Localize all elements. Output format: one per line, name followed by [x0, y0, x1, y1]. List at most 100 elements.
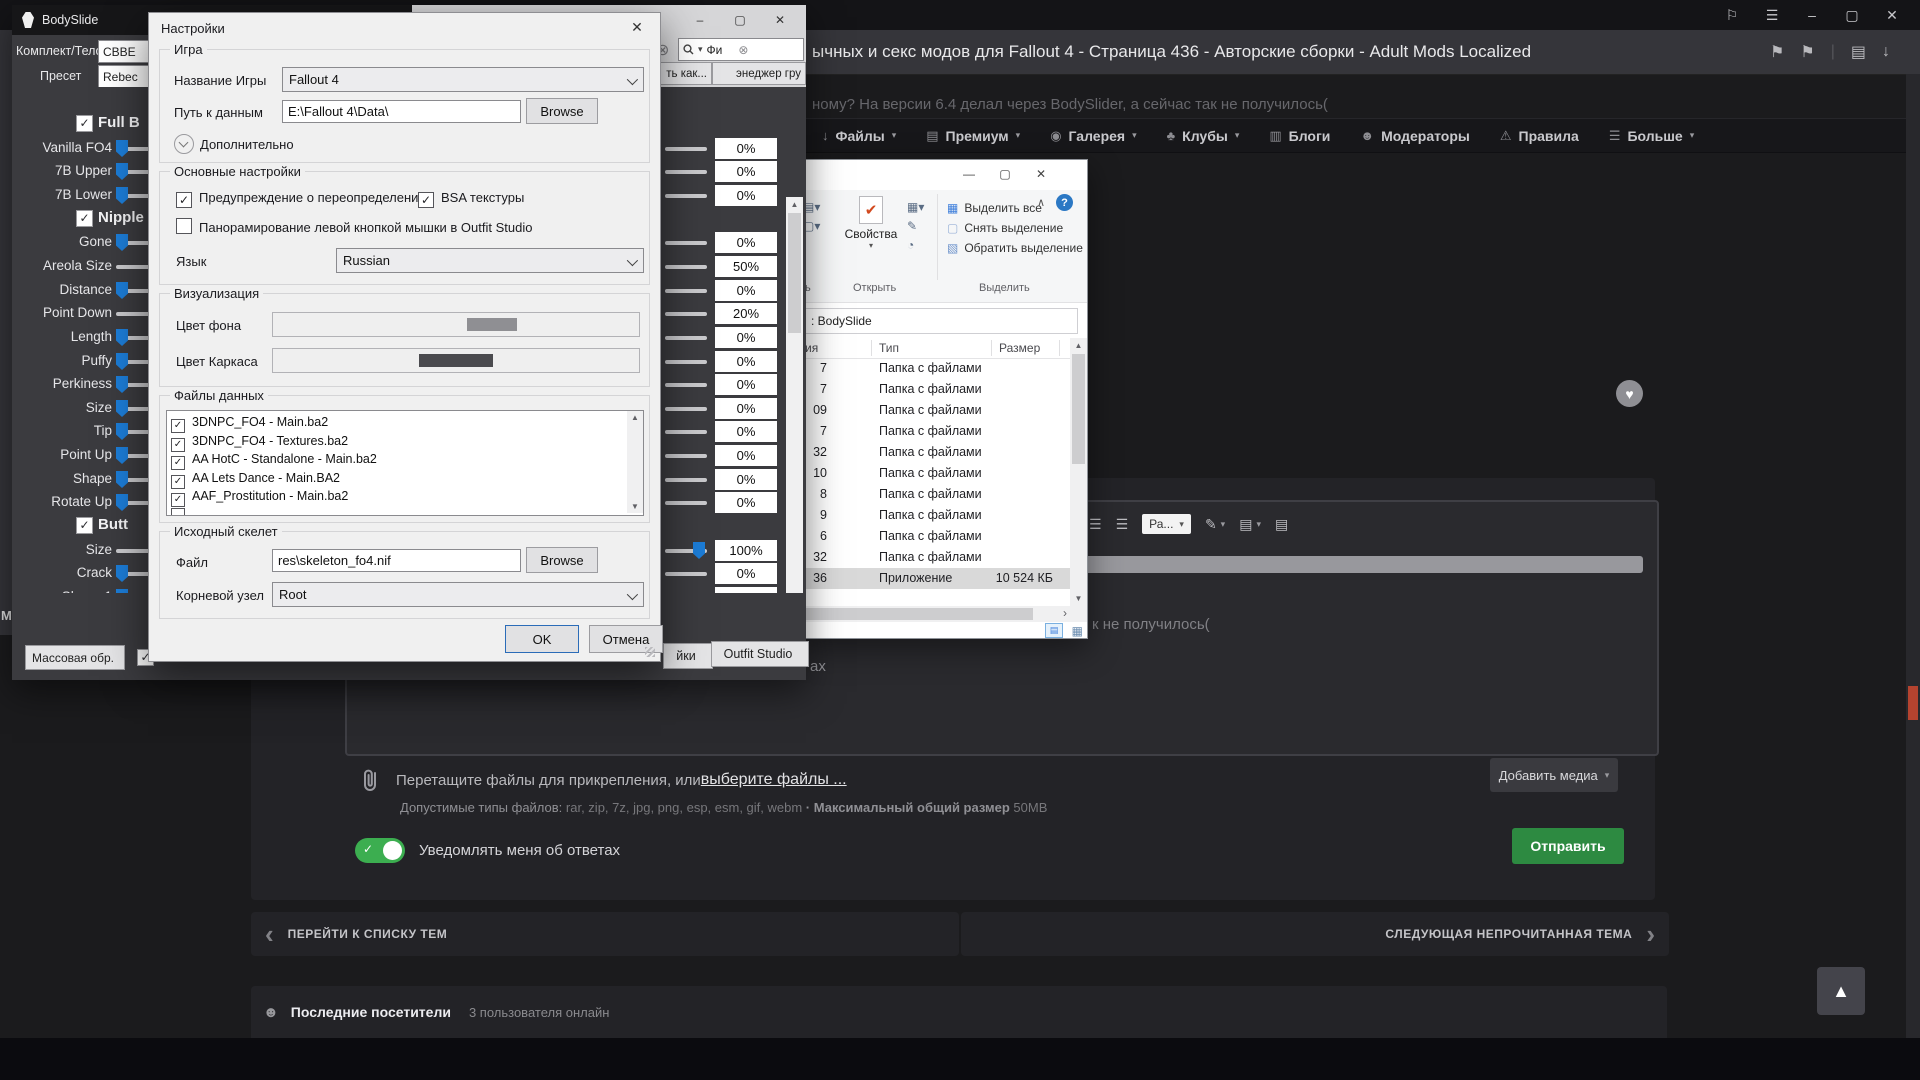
pencil-icon[interactable]: ✎▾ — [1205, 516, 1225, 533]
bodyslide-close-button[interactable]: ✕ — [760, 6, 800, 34]
file-row[interactable]: 7Папка с файлами — [801, 358, 1070, 379]
reading-list-icon[interactable]: ▤ — [1851, 42, 1866, 62]
scroll-to-top-button[interactable]: ▲ — [1817, 967, 1865, 1015]
skeleton-browse-button[interactable]: Browse — [526, 547, 598, 573]
thumbnail-view-icon[interactable]: ▦ — [1072, 624, 1083, 638]
override-warning-checkbox[interactable]: ✓Предупреждение о переопределении — [176, 190, 426, 208]
slider-track-right[interactable] — [665, 454, 707, 458]
address-bar[interactable]: : BodySlide — [805, 308, 1078, 334]
properties-button[interactable]: ✔ Свойства ▾ — [841, 196, 901, 250]
data-path-input[interactable]: E:\Fallout 4\Data\ — [282, 100, 521, 123]
notify-toggle[interactable]: ✓ — [355, 838, 405, 863]
column-date[interactable]: ия — [805, 341, 818, 355]
file-row[interactable]: 32Папка с файлами — [801, 547, 1070, 568]
align-icon[interactable]: ☰ — [1089, 516, 1102, 533]
file-row[interactable]: 7Папка с файлами — [801, 379, 1070, 400]
slider-thumb[interactable] — [116, 423, 128, 440]
slider-track[interactable] — [116, 265, 152, 269]
slider-thumb[interactable] — [116, 163, 128, 180]
page-icon[interactable]: ▤ — [1275, 516, 1288, 533]
slider-track-right[interactable] — [665, 407, 707, 411]
data-file-item[interactable]: ✓3DNPC_FO4 - Textures.ba2 — [171, 434, 348, 452]
data-file-checkbox[interactable]: ✓ — [171, 419, 185, 433]
slider-percent-box[interactable]: 50% — [715, 256, 777, 277]
group-manager-button[interactable]: энеджер гру — [712, 62, 806, 85]
slider-thumb[interactable] — [116, 494, 128, 511]
slider-track-right[interactable] — [665, 147, 707, 151]
nav-item-больше[interactable]: ☰Больше▾ — [1609, 128, 1694, 144]
resize-grip[interactable] — [645, 647, 655, 657]
font-size-dropdown[interactable]: Ра...▾ — [1142, 514, 1191, 534]
outfit-studio-button[interactable]: Outfit Studio — [711, 641, 809, 667]
slider-percent-box[interactable]: 0% — [715, 185, 777, 206]
dialog-close-button[interactable]: ✕ — [615, 13, 659, 42]
slider-thumb[interactable] — [116, 140, 128, 157]
choose-files-link[interactable]: выберите файлы ... — [701, 771, 847, 789]
advanced-expander-icon[interactable] — [174, 134, 194, 154]
skeleton-file-input[interactable]: res\skeleton_fo4.nif — [272, 549, 521, 572]
browser-minimize-button[interactable]: – — [1792, 0, 1832, 30]
explorer-vscrollbar[interactable]: ▲ ▼ — [1070, 338, 1087, 606]
details-view-icon[interactable]: ▤ — [1045, 623, 1063, 638]
slider-percent-box[interactable]: 0% — [715, 398, 777, 419]
align2-icon[interactable]: ☰ — [1116, 516, 1129, 533]
slider-track-right[interactable] — [665, 572, 707, 576]
data-files-list[interactable]: ▲ ▼ ✓3DNPC_FO4 - Main.ba2✓3DNPC_FO4 - Te… — [166, 410, 644, 516]
slider-percent-box[interactable]: 0% — [715, 327, 777, 348]
slider-thumb[interactable] — [116, 187, 128, 204]
browser-maximize-button[interactable]: ▢ — [1832, 0, 1872, 30]
advanced-label[interactable]: Дополнительно — [200, 137, 294, 152]
nav-item-премиум[interactable]: ▤Премиум▾ — [926, 128, 1020, 144]
browser-pin-icon[interactable]: ⚐ — [1712, 0, 1752, 30]
file-row[interactable]: 8Папка с файлами — [801, 484, 1070, 505]
slider-track-right[interactable] — [665, 501, 707, 505]
nav-item-галерея[interactable]: ◉Галерея▾ — [1050, 128, 1136, 144]
slider-thumb[interactable] — [693, 542, 705, 559]
file-row[interactable]: 36Приложение10 524 КБ — [801, 568, 1070, 589]
preset-dropdown[interactable]: Rebec — [98, 65, 154, 88]
slider-percent-box[interactable]: 0% — [715, 445, 777, 466]
browser-scrollbar[interactable] — [1906, 74, 1920, 1038]
deselect-button[interactable]: ▢ Снять выделение — [947, 218, 1083, 238]
slider-percent-box[interactable]: 0% — [715, 232, 777, 253]
slider-track-right[interactable] — [665, 194, 707, 198]
slider-percent-box[interactable]: 0% — [715, 138, 777, 159]
bg-color-swatch[interactable] — [272, 312, 640, 337]
browser-menu-icon[interactable]: ☰ — [1752, 0, 1792, 30]
data-file-item[interactable]: ✓AAF_Prostitution - Main.ba2 — [171, 489, 348, 507]
explorer-hscrollbar[interactable]: › — [801, 606, 1087, 622]
game-name-dropdown[interactable]: Fallout 4 — [282, 67, 644, 92]
slider-percent-box[interactable]: 0% — [715, 280, 777, 301]
browser-close-button[interactable]: ✕ — [1872, 0, 1912, 30]
slider-thumb[interactable] — [116, 282, 128, 299]
slider-track-right[interactable] — [665, 241, 707, 245]
path-browse-button[interactable]: Browse — [526, 98, 598, 124]
data-file-item[interactable]: ✓AA HotC - Standalone - Main.ba2 — [171, 452, 377, 470]
slider-track-right[interactable] — [665, 336, 707, 340]
root-node-dropdown[interactable]: Root — [272, 582, 644, 607]
slider-group-checkbox[interactable]: ✓ — [76, 210, 93, 227]
nav-item-файлы[interactable]: ↓Файлы▾ — [822, 128, 896, 144]
slider-track-right[interactable] — [665, 430, 707, 434]
data-file-checkbox[interactable]: ✓ — [171, 475, 185, 489]
data-file-item[interactable]: ✓AA Lets Dance - Main.BA2 — [171, 471, 340, 489]
template-icon[interactable]: ▤▾ — [1239, 516, 1261, 533]
ok-button[interactable]: OK — [505, 625, 579, 653]
invert-selection-button[interactable]: ▧ Обратить выделение — [947, 238, 1083, 258]
data-file-checkbox[interactable]: ✓ — [171, 493, 185, 507]
slider-track-right[interactable] — [665, 170, 707, 174]
slider-panel-scrollbar[interactable]: ▲ ▼ — [786, 197, 803, 593]
file-row[interactable]: 7Папка с файлами — [801, 421, 1070, 442]
slider-thumb[interactable] — [116, 471, 128, 488]
slider-track-right[interactable] — [665, 265, 707, 269]
slider-percent-box[interactable]: 0% — [715, 469, 777, 490]
slider-percent-box[interactable]: 0% — [715, 351, 777, 372]
batch-build-button[interactable]: Массовая обр. — [25, 645, 125, 670]
slider-percent-box[interactable]: 0% — [715, 492, 777, 513]
slider-thumb[interactable] — [116, 447, 128, 464]
outfit-dropdown[interactable]: CBBE — [98, 40, 154, 63]
slider-search-input[interactable]: ▾ Фи ⊗ — [678, 38, 804, 61]
file-row[interactable]: 9Папка с файлами — [801, 505, 1070, 526]
data-file-item[interactable]: ✓3DNPC_FO4 - Main.ba2 — [171, 415, 328, 433]
slider-thumb[interactable] — [116, 565, 128, 582]
